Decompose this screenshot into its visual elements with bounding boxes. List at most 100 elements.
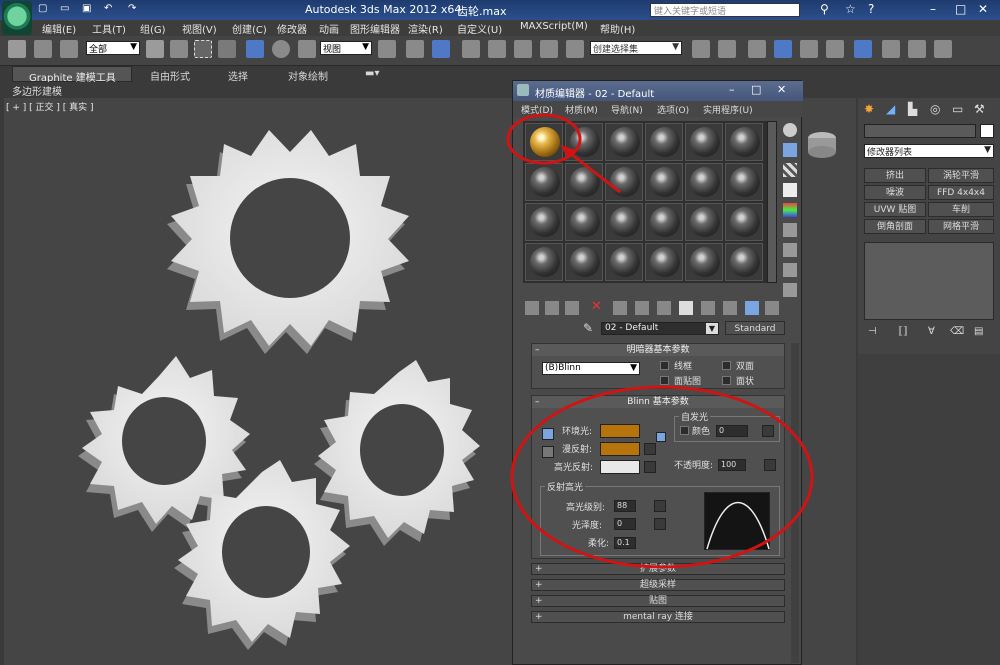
uvw-map-button[interactable]: UVW 贴图 [864,202,926,217]
mat-minimize-button[interactable]: – [729,83,735,96]
menu-views[interactable]: 视图(V) [182,21,217,36]
glossiness-map-button[interactable] [654,518,666,530]
sample-type-icon[interactable] [783,123,797,137]
layer-manager-icon[interactable] [748,40,766,58]
mat-menu-navigation[interactable]: 导航(N) [611,103,643,116]
faceted-checkbox[interactable] [722,376,731,385]
tab-graphite[interactable]: Graphite 建模工具 [12,66,132,84]
sample-slot-24[interactable] [725,243,763,281]
selection-filter-dropdown[interactable]: 全部 ▼ [86,41,140,55]
shader-rollout-header[interactable]: – 明暗器基本参数 [532,344,784,356]
opacity-map-button[interactable] [764,459,776,471]
graphite-toggle-icon[interactable] [774,40,792,58]
sample-slot-6[interactable] [725,123,763,161]
self-illum-map-button[interactable] [762,425,774,437]
sample-slot-21[interactable] [605,243,643,281]
ambient-color-swatch[interactable] [600,424,640,438]
link-icon[interactable] [8,40,26,58]
reset-map-icon[interactable]: ✕ [591,299,602,314]
create-tab-icon[interactable]: ✸ [864,102,874,116]
undo-icon[interactable]: ↶ [104,3,112,14]
soften-value[interactable]: 0.1 [614,537,636,549]
diffuse-color-swatch[interactable] [600,442,640,456]
material-navigator-icon[interactable] [783,283,797,297]
bind-spacewarp-icon[interactable] [60,40,78,58]
show-end-result-mat-icon[interactable] [701,301,715,315]
mat-menu-material[interactable]: 材质(M) [565,103,598,116]
menu-create[interactable]: 创建(C) [232,21,267,36]
display-tab-icon[interactable]: ▭ [952,102,963,116]
rect-selection-icon[interactable] [194,40,212,58]
render-setup-icon[interactable] [882,40,900,58]
spec-level-map-button[interactable] [654,500,666,512]
rotate-icon[interactable] [272,40,290,58]
material-editor-titlebar[interactable]: 材质编辑器 - 02 - Default – □ ✕ [513,81,803,101]
snap-3d-icon[interactable] [462,40,480,58]
search-input[interactable]: 键入关键字或短语 [650,3,800,17]
move-icon[interactable] [246,40,264,58]
eyedropper-icon[interactable]: ✎ [583,321,593,335]
curve-editor-icon[interactable] [800,40,818,58]
go-forward-sibling-icon[interactable] [745,301,759,315]
sample-slot-16[interactable] [645,203,683,241]
tab-object-paint[interactable]: 对象绘制 [288,68,328,83]
pin-stack-icon[interactable]: ⊣ [868,326,877,337]
polygon-modeling-label[interactable]: 多边形建模 [12,83,62,98]
sample-slot-23[interactable] [685,243,723,281]
face-map-checkbox[interactable] [660,376,669,385]
object-color-swatch[interactable] [980,124,994,138]
sample-slot-8[interactable] [565,163,603,201]
material-name-field[interactable]: 02 - Default ▼ [601,322,719,335]
motion-tab-icon[interactable]: ◎ [930,102,940,116]
utilities-tab-icon[interactable]: ⚒ [974,102,985,116]
make-unique-icon[interactable]: ∀ [928,326,935,337]
select-object-icon[interactable] [146,40,164,58]
menu-group[interactable]: 组(G) [140,21,166,36]
put-to-library-icon[interactable] [635,301,649,315]
specular-color-swatch[interactable] [600,460,640,474]
tab-freeform[interactable]: 自由形式 [150,68,190,83]
uv-tiling-icon[interactable] [783,183,797,197]
sample-slot-18[interactable] [725,203,763,241]
align-icon[interactable] [718,40,736,58]
turbosmooth-button[interactable]: 涡轮平滑 [928,168,994,183]
modifier-list-dropdown[interactable]: 修改器列表 ▼ [864,144,994,158]
go-to-parent-icon[interactable] [723,301,737,315]
remove-modifier-icon[interactable]: ⌫ [950,326,964,337]
hierarchy-tab-icon[interactable]: ▙ [908,102,917,116]
open-file-icon[interactable]: ▭ [60,3,69,14]
modifier-stack[interactable] [864,242,994,320]
self-illum-color-checkbox[interactable] [680,426,689,435]
select-manipulate-icon[interactable] [406,40,424,58]
supersampling-rollout[interactable]: + 超级采样 [531,579,785,591]
glossiness-value[interactable]: 0 [614,518,636,530]
sample-slot-7[interactable] [525,163,563,201]
unlink-icon[interactable] [34,40,52,58]
help-icon[interactable]: ? [868,2,874,16]
edit-named-sets-icon[interactable] [566,40,584,58]
mat-close-button[interactable]: ✕ [777,83,786,96]
window-crossing-icon[interactable] [218,40,236,58]
sample-slot-22[interactable] [645,243,683,281]
wire-checkbox[interactable] [660,361,669,370]
menu-maxscript[interactable]: MAXScript(M) [520,21,588,32]
show-map-icon[interactable] [679,301,693,315]
sample-slot-17[interactable] [685,203,723,241]
percent-snap-icon[interactable] [514,40,532,58]
ffd-button[interactable]: FFD 4x4x4 [928,185,994,200]
sample-slot-3[interactable] [605,123,643,161]
mat-menu-options[interactable]: 选项(O) [657,103,689,116]
self-illum-value[interactable]: 0 [716,425,748,437]
sample-slot-20[interactable] [565,243,603,281]
menu-customize[interactable]: 自定义(U) [457,21,502,36]
bevel-profile-button[interactable]: 倒角剖面 [864,219,926,234]
specular-map-button[interactable] [644,461,656,473]
diffuse-map-button[interactable] [644,443,656,455]
backlight-icon[interactable] [783,143,797,157]
app-logo-icon[interactable] [2,1,32,35]
mat-menu-mode[interactable]: 模式(D) [521,103,553,116]
lock-maps-icon[interactable] [656,432,666,442]
menu-rendering[interactable]: 渲染(R) [408,21,443,36]
configure-sets-icon[interactable]: ▤ [974,326,983,337]
object-name-field[interactable] [864,124,976,138]
